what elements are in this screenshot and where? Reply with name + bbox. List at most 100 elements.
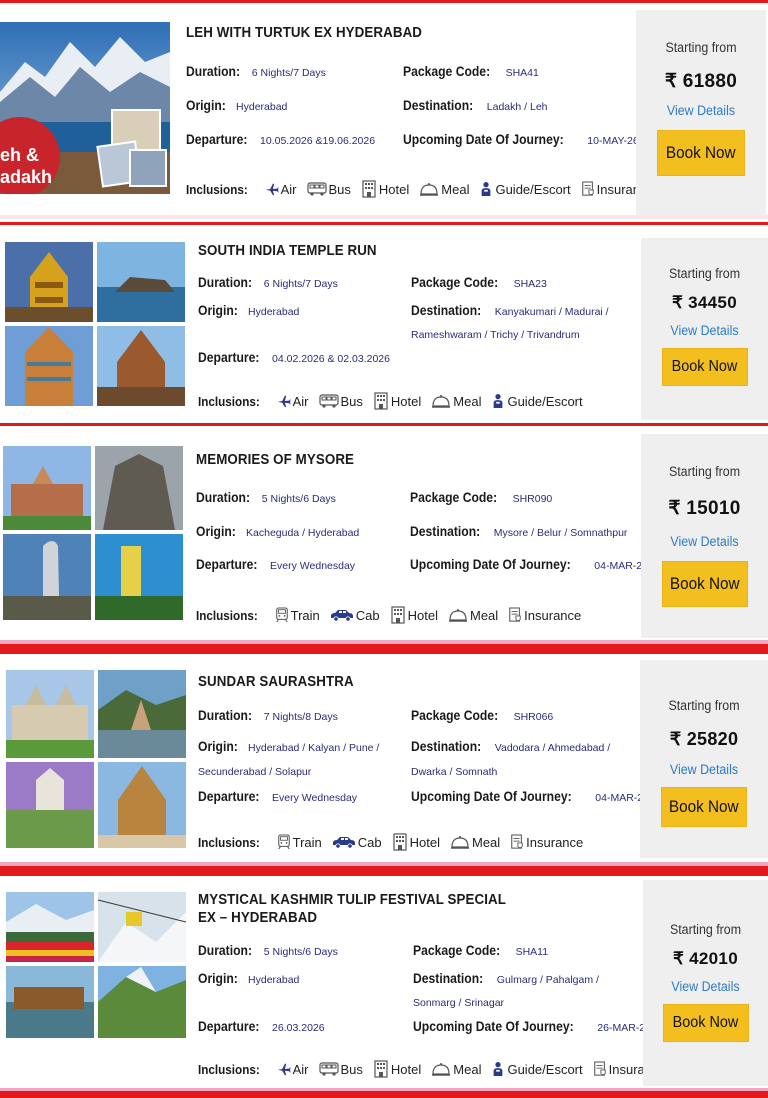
book-now-button[interactable]: Book Now	[661, 348, 748, 386]
upcoming-value: 10-MAY-26	[587, 135, 639, 147]
inclusion-guide: Guide/Escort	[491, 1060, 583, 1078]
divider	[0, 644, 768, 654]
package-title[interactable]: LEH WITH TURTUK EX HYDERABAD	[186, 24, 422, 42]
price-panel: Starting from ₹ 42010 View Details Book …	[643, 880, 768, 1086]
inclusions-label: Inclusions:	[198, 393, 260, 409]
package-image[interactable]: eh & adakh	[0, 22, 170, 194]
origin-value: Hyderabad	[248, 306, 300, 318]
package-code-row: Package Code: SHA11	[413, 943, 548, 958]
book-now-button[interactable]: Book Now	[661, 561, 748, 607]
origin-row: Origin: Hyderabad	[198, 971, 299, 986]
inclusion-meal: Meal	[431, 1061, 481, 1077]
inclusion-meal: Meal	[450, 834, 500, 850]
destination-row: Destination: Vadodara / Ahmedabad / Dwar…	[411, 735, 611, 783]
duration-value: 6 Nights/7 Days	[251, 67, 326, 79]
meal-icon	[448, 607, 468, 623]
package-image[interactable]	[6, 892, 186, 1038]
destination-value: Ladakh / Leh	[486, 101, 548, 113]
inclusions-label: Inclusions:	[186, 181, 248, 197]
starting-from-label: Starting from	[668, 464, 741, 479]
price-value: ₹ 34450	[672, 293, 737, 312]
view-details-link[interactable]: View Details	[646, 323, 763, 338]
package-code-row: Package Code: SHA23	[411, 275, 547, 290]
inclusion-hotel: Hotel	[392, 833, 440, 851]
departure-label: Departure:	[198, 350, 260, 365]
inclusions-label: Inclusions:	[196, 607, 258, 623]
book-now-button[interactable]: Book Now	[661, 787, 747, 827]
duration-row: Duration: 5 Nights/6 Days	[198, 943, 338, 958]
package-title[interactable]: SUNDAR SAURASHTRA	[198, 673, 354, 691]
origin-value: Kacheguda / Hyderabad	[246, 527, 360, 539]
package-code-value: SHA11	[515, 946, 549, 958]
destination-value: Mysore / Belur / Somnathpur	[493, 527, 628, 539]
destination-row: Destination: Gulmarg / Pahalgam / Sonmar…	[413, 968, 613, 1014]
departure-row: Departure: Every Wednesday	[198, 789, 357, 804]
origin-label: Origin:	[198, 971, 238, 986]
upcoming-row: Upcoming Date Of Journey: 04-MAR-26	[410, 557, 648, 572]
destination-label: Destination:	[410, 524, 481, 539]
book-now-button[interactable]: Book Now	[662, 1004, 749, 1042]
price-panel: Starting from ₹ 15010 View Details Book …	[641, 434, 768, 638]
package-title-line-2[interactable]: EX – HYDERABAD	[198, 909, 317, 927]
inclusion-hotel: Hotel	[390, 606, 438, 624]
meal-icon	[419, 181, 439, 197]
bus-icon	[307, 181, 327, 197]
upcoming-row: Upcoming Date Of Journey: 26-MAR-26	[413, 1019, 651, 1034]
inclusions-label: Inclusions:	[198, 1061, 260, 1077]
inclusion-meal: Meal	[431, 393, 481, 409]
departure-row: Departure: Every Wednesday	[196, 557, 355, 572]
package-image[interactable]	[6, 670, 186, 848]
train-icon	[275, 606, 289, 624]
package-card: MYSTICAL KASHMIR TULIP FESTIVAL SPECIAL …	[0, 880, 768, 1086]
inclusions-row: Inclusions: Air Bus Hotel Meal Guide/Esc…	[198, 1060, 676, 1078]
departure-value: 26.03.2026	[272, 1022, 325, 1034]
price-value: ₹ 25820	[669, 729, 739, 749]
price-panel: Starting from ₹ 25820 View Details Book …	[640, 660, 768, 858]
package-image[interactable]	[3, 446, 183, 620]
package-title-line-1[interactable]: MYSTICAL KASHMIR TULIP FESTIVAL SPECIAL	[198, 891, 506, 909]
destination-row: Destination: Ladakh / Leh	[403, 98, 548, 113]
inclusions-label: Inclusions:	[198, 834, 260, 850]
origin-label: Origin:	[198, 739, 238, 754]
inclusion-bus: Bus	[307, 181, 351, 197]
inclusion-air: Air	[265, 182, 297, 197]
inclusion-guide: Guide/Escort	[479, 180, 571, 198]
guide-icon	[491, 1060, 505, 1078]
package-title[interactable]: MEMORIES OF MYSORE	[196, 451, 354, 469]
price-value: ₹ 61880	[664, 71, 738, 92]
upcoming-value: 04-MAR-26	[594, 560, 648, 572]
package-code-label: Package Code:	[403, 64, 491, 79]
hotel-icon	[390, 606, 406, 624]
package-code-value: SHA41	[505, 67, 539, 79]
train-icon	[277, 833, 291, 851]
view-details-link[interactable]: View Details	[648, 979, 763, 994]
view-details-link[interactable]: View Details	[646, 534, 763, 549]
insurance-icon	[581, 180, 595, 198]
divider	[0, 222, 768, 225]
duration-value: 7 Nights/8 Days	[263, 711, 338, 723]
origin-row: Origin: Hyderabad / Kalyan / Pune / Secu…	[198, 735, 410, 783]
hotel-icon	[373, 1060, 389, 1078]
view-details-link[interactable]: View Details	[645, 762, 763, 777]
duration-value: 5 Nights/6 Days	[263, 946, 338, 958]
origin-label: Origin:	[198, 303, 238, 318]
insurance-icon	[593, 1060, 607, 1078]
insurance-icon	[510, 833, 524, 851]
hotel-icon	[361, 180, 377, 198]
package-code-row: Package Code: SHR066	[411, 708, 553, 723]
inclusions-row: Inclusions: Air Bus Hotel Meal Guide/Esc…	[186, 180, 664, 198]
destination-label: Destination:	[403, 98, 474, 113]
plane-icon	[277, 394, 291, 408]
starting-from-label: Starting from	[669, 922, 742, 937]
departure-row: Departure: 04.02.2026 & 02.03.2026	[198, 350, 390, 365]
duration-label: Duration:	[196, 490, 250, 505]
origin-row: Origin: Hyderabad	[198, 303, 299, 318]
package-image[interactable]	[5, 242, 185, 406]
book-now-button[interactable]: Book Now	[657, 130, 745, 176]
inclusion-cab: Cab	[332, 835, 382, 850]
inclusions-row: Inclusions: Train Cab Hotel Meal Insuran…	[196, 606, 591, 624]
departure-label: Departure:	[198, 789, 260, 804]
package-title[interactable]: SOUTH INDIA TEMPLE RUN	[198, 242, 377, 260]
bus-icon	[319, 1061, 339, 1077]
view-details-link[interactable]: View Details	[641, 103, 761, 118]
